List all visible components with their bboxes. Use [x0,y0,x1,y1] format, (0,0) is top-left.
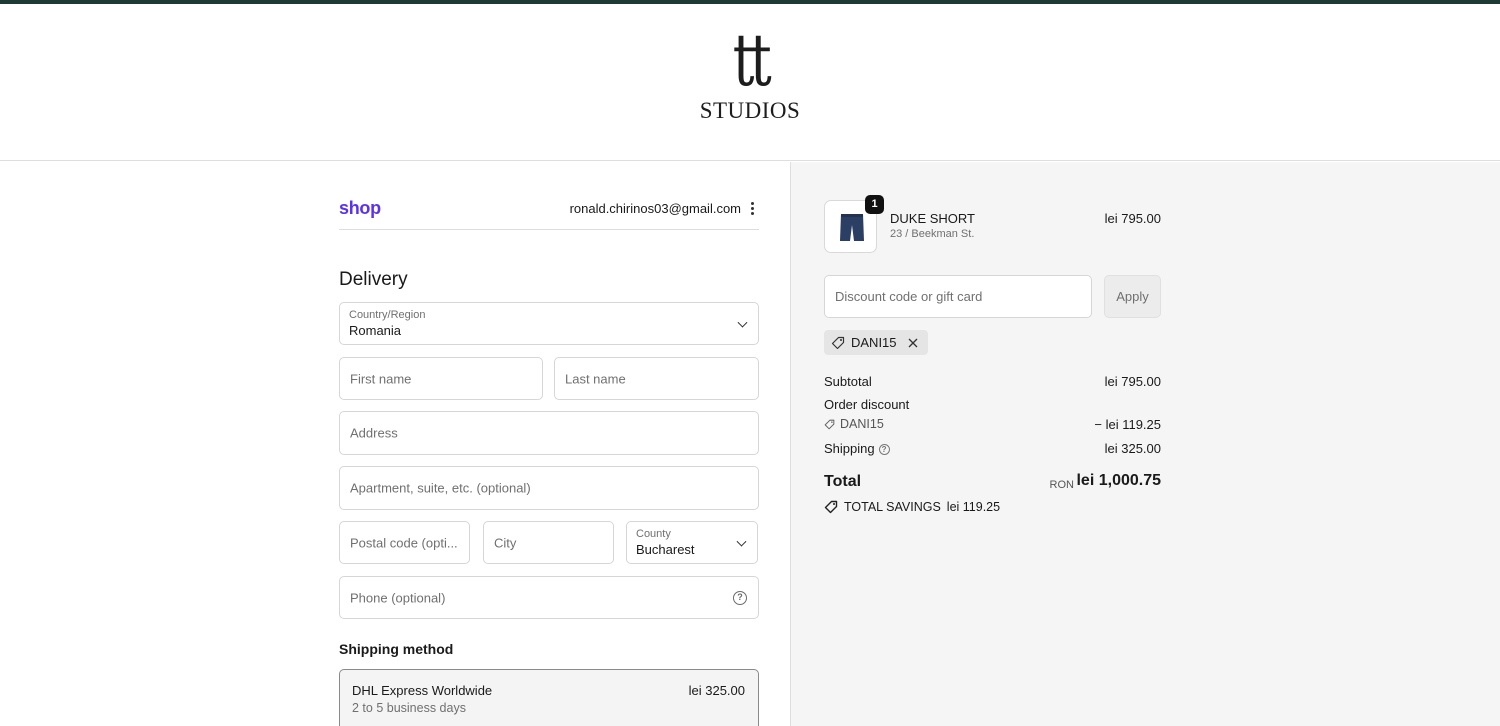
shipping-option-price: lei 325.00 [688,683,745,698]
first-name-field[interactable]: First name [339,357,543,400]
subtotal-label: Subtotal [824,374,872,389]
country-label: Country/Region [349,309,426,321]
product-variant: 23 / Beekman St. [890,228,975,240]
store-logo[interactable]: tt STUDIOS [690,24,810,139]
shipping-option-time: 2 to 5 business days [352,701,466,715]
store-header: tt STUDIOS [0,4,1500,161]
shipping-option[interactable]: DHL Express Worldwide 2 to 5 business da… [339,669,759,726]
quantity-badge: 1 [865,195,884,214]
product-thumbnail: 1 [824,195,884,253]
subtotal-value: lei 795.00 [1104,374,1161,389]
subtotal-row: Subtotal lei 795.00 [824,374,1161,389]
total-currency: RON [1049,479,1074,491]
total-value: lei 1,000.75 [1076,472,1161,489]
tag-icon [831,336,845,349]
help-icon[interactable]: ? [733,590,747,605]
shipping-row: Shipping? lei 325.00 [824,441,1161,456]
more-options-icon[interactable] [747,200,757,216]
country-value: Romania [349,323,402,338]
total-label: Total [824,473,862,490]
discount-code-placeholder: Discount code or gift card [835,289,983,304]
last-name-field[interactable]: Last name [554,357,759,400]
shipping-option-name: DHL Express Worldwide [352,683,493,698]
city-field[interactable]: City [483,521,614,564]
total-savings-label: TOTAL SAVINGS [844,500,941,514]
address-placeholder: Address [350,425,398,441]
shipping-help-icon[interactable]: ? [878,444,890,456]
savings-tag-icon [824,500,838,514]
chevron-down-icon [737,317,748,328]
applied-discount-chip: DANI15 [824,330,928,355]
postal-code-field[interactable]: Postal code (opti... [339,521,470,564]
postal-code-placeholder: Postal code (opti... [350,535,458,550]
phone-field[interactable]: Phone (optional) ? [339,576,759,619]
account-email: ronald.chirinos03@gmail.com [569,201,741,216]
discount-code-text: DANI15 [840,417,884,431]
county-value: Bucharest [636,542,695,557]
shorts-image [840,214,864,241]
city-placeholder: City [494,535,517,550]
discount-code-row: DANI15 − lei 119.25 [824,417,1161,432]
county-label: County [636,528,671,540]
tag-icon [824,419,835,429]
chevron-down-icon [736,536,747,547]
discount-value: − lei 119.25 [1094,417,1161,432]
discount-code-input[interactable]: Discount code or gift card [824,275,1092,318]
product-price: lei 795.00 [1104,211,1161,226]
remove-discount-icon[interactable] [908,338,918,348]
last-name-placeholder: Last name [565,371,626,386]
shipping-label: Shipping [824,441,875,456]
applied-discount-code: DANI15 [851,335,897,350]
first-name-placeholder: First name [350,371,412,386]
total-savings-value: lei 119.25 [946,500,1001,514]
shipping-value: lei 325.00 [1104,441,1161,456]
apply-button[interactable]: Apply [1104,275,1161,318]
shipping-method-heading: Shipping method [339,641,454,657]
shop-pay-logo: shop [339,198,381,218]
total-savings: TOTAL SAVINGS lei 119.25 [824,500,1000,514]
address-field[interactable]: Address [339,411,759,455]
order-discount-label: Order discount [824,397,910,412]
product-name: DUKE SHORT [890,211,975,226]
country-select[interactable]: Country/Region Romania [339,302,759,345]
shop-account-row: shop ronald.chirinos03@gmail.com [339,198,759,230]
apartment-placeholder: Apartment, suite, etc. (optional) [350,480,531,496]
apartment-field[interactable]: Apartment, suite, etc. (optional) [339,466,759,510]
order-discount-row: Order discount [824,397,1161,412]
delivery-heading: Delivery [339,269,408,290]
county-select[interactable]: County Bucharest [626,521,758,564]
phone-placeholder: Phone (optional) [350,590,446,605]
logo-mark: tt [732,18,772,102]
